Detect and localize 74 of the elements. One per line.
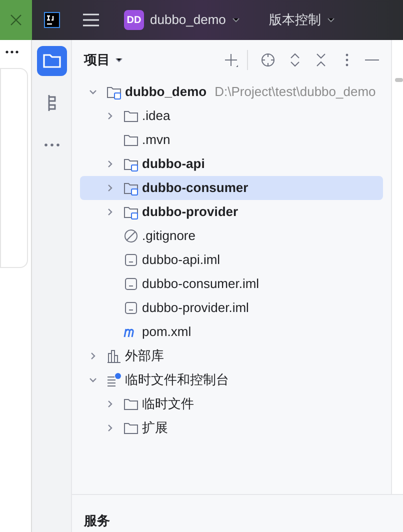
- tree-row[interactable]: 外部库: [80, 344, 383, 368]
- locate-icon[interactable]: [260, 52, 276, 68]
- tree-row[interactable]: dubbo-provider.iml: [80, 296, 383, 320]
- ignore-file-icon: [123, 228, 139, 244]
- folder-icon: [123, 108, 139, 124]
- minimize-icon[interactable]: [365, 59, 379, 61]
- add-icon[interactable]: [223, 52, 239, 68]
- tree-row[interactable]: dubbo_demo D:\Project\test\dubbo_demo: [80, 80, 383, 104]
- file-icon: [123, 252, 139, 268]
- chevron-icon[interactable]: [105, 183, 115, 193]
- chevron-icon[interactable]: [105, 423, 115, 433]
- tree-item-label: .gitignore: [142, 227, 196, 246]
- tree-row[interactable]: dubbo-api: [80, 152, 383, 176]
- module-folder-icon: [123, 180, 139, 196]
- tree-item-label: 扩展: [142, 419, 168, 438]
- structure-tool-icon: [48, 94, 56, 112]
- tree-item-label: 临时文件: [142, 395, 194, 414]
- folder-icon: [123, 132, 139, 148]
- project-tool-button[interactable]: [36, 46, 66, 76]
- tree-row[interactable]: .idea: [80, 104, 383, 128]
- chevron-icon[interactable]: [105, 207, 115, 217]
- chevron-icon[interactable]: [105, 111, 115, 121]
- chevron-icon[interactable]: [88, 87, 98, 97]
- tree-row[interactable]: 扩展: [80, 416, 383, 440]
- chevron-down-icon[interactable]: [326, 15, 336, 25]
- options-icon[interactable]: [345, 53, 349, 67]
- file-icon: [123, 300, 139, 316]
- module-folder-icon: [106, 84, 122, 100]
- chevron-icon[interactable]: [88, 375, 98, 385]
- close-icon[interactable]: [10, 14, 22, 26]
- project-badge[interactable]: DD: [124, 10, 144, 30]
- chevron-down-icon[interactable]: [230, 15, 241, 25]
- module-folder-icon: [123, 204, 139, 220]
- chevron-down-icon[interactable]: [114, 55, 124, 65]
- chevron-icon[interactable]: [105, 159, 115, 169]
- tree-row[interactable]: dubbo-api.iml: [80, 248, 383, 272]
- project-menu[interactable]: dubbo_demo: [150, 10, 226, 30]
- tree-row[interactable]: .mvn: [80, 128, 383, 152]
- tree-item-label: .mvn: [142, 131, 170, 150]
- chevron-icon[interactable]: [105, 399, 115, 409]
- more-tool-icon: [44, 143, 60, 147]
- module-folder-icon: [123, 156, 139, 172]
- library-icon: [106, 348, 122, 364]
- tree-item-label: 临时文件和控制台: [125, 371, 229, 390]
- tree-row[interactable]: dubbo-provider: [80, 200, 383, 224]
- tree-item-label: dubbo-provider: [142, 203, 238, 222]
- tree-row[interactable]: 临时文件和控制台: [80, 368, 383, 392]
- tree-row[interactable]: .gitignore: [80, 224, 383, 248]
- services-panel-title[interactable]: 服务: [84, 513, 110, 528]
- more-icon[interactable]: [5, 50, 19, 54]
- tree-item-label: 外部库: [125, 347, 164, 366]
- tree-item-label: .idea: [142, 107, 170, 126]
- folder-icon: [123, 420, 139, 436]
- tree-row[interactable]: dubbo-consumer.iml: [80, 272, 383, 296]
- tree-item-label: dubbo-api.iml: [142, 251, 220, 270]
- file-icon: [123, 276, 139, 292]
- project-tool-icon: [42, 54, 60, 68]
- app-logo-icon[interactable]: [44, 12, 60, 28]
- folder-icon: [123, 396, 139, 412]
- path-hint: D:\Project\test\dubbo_demo: [214, 83, 376, 102]
- panel-title[interactable]: 项目: [84, 50, 110, 70]
- tree-item-label: dubbo-consumer.iml: [142, 275, 260, 294]
- tree-row[interactable]: 临时文件: [80, 392, 383, 416]
- tree-row[interactable]: pom.xml: [80, 320, 383, 344]
- tree-row[interactable]: dubbo-consumer: [80, 176, 383, 200]
- tree-item-label: dubbo-provider.iml: [142, 299, 249, 318]
- scratch-list-icon: [106, 372, 122, 388]
- tree-item-label: dubbo-api: [142, 155, 205, 174]
- tree-item-label: pom.xml: [142, 323, 192, 342]
- tree-item-label: dubbo-consumer: [142, 179, 248, 198]
- tree-item-label: dubbo_demo: [125, 83, 207, 102]
- menu-icon[interactable]: [82, 13, 100, 27]
- vcs-menu[interactable]: 版本控制: [268, 10, 321, 30]
- chevron-icon[interactable]: [88, 351, 98, 361]
